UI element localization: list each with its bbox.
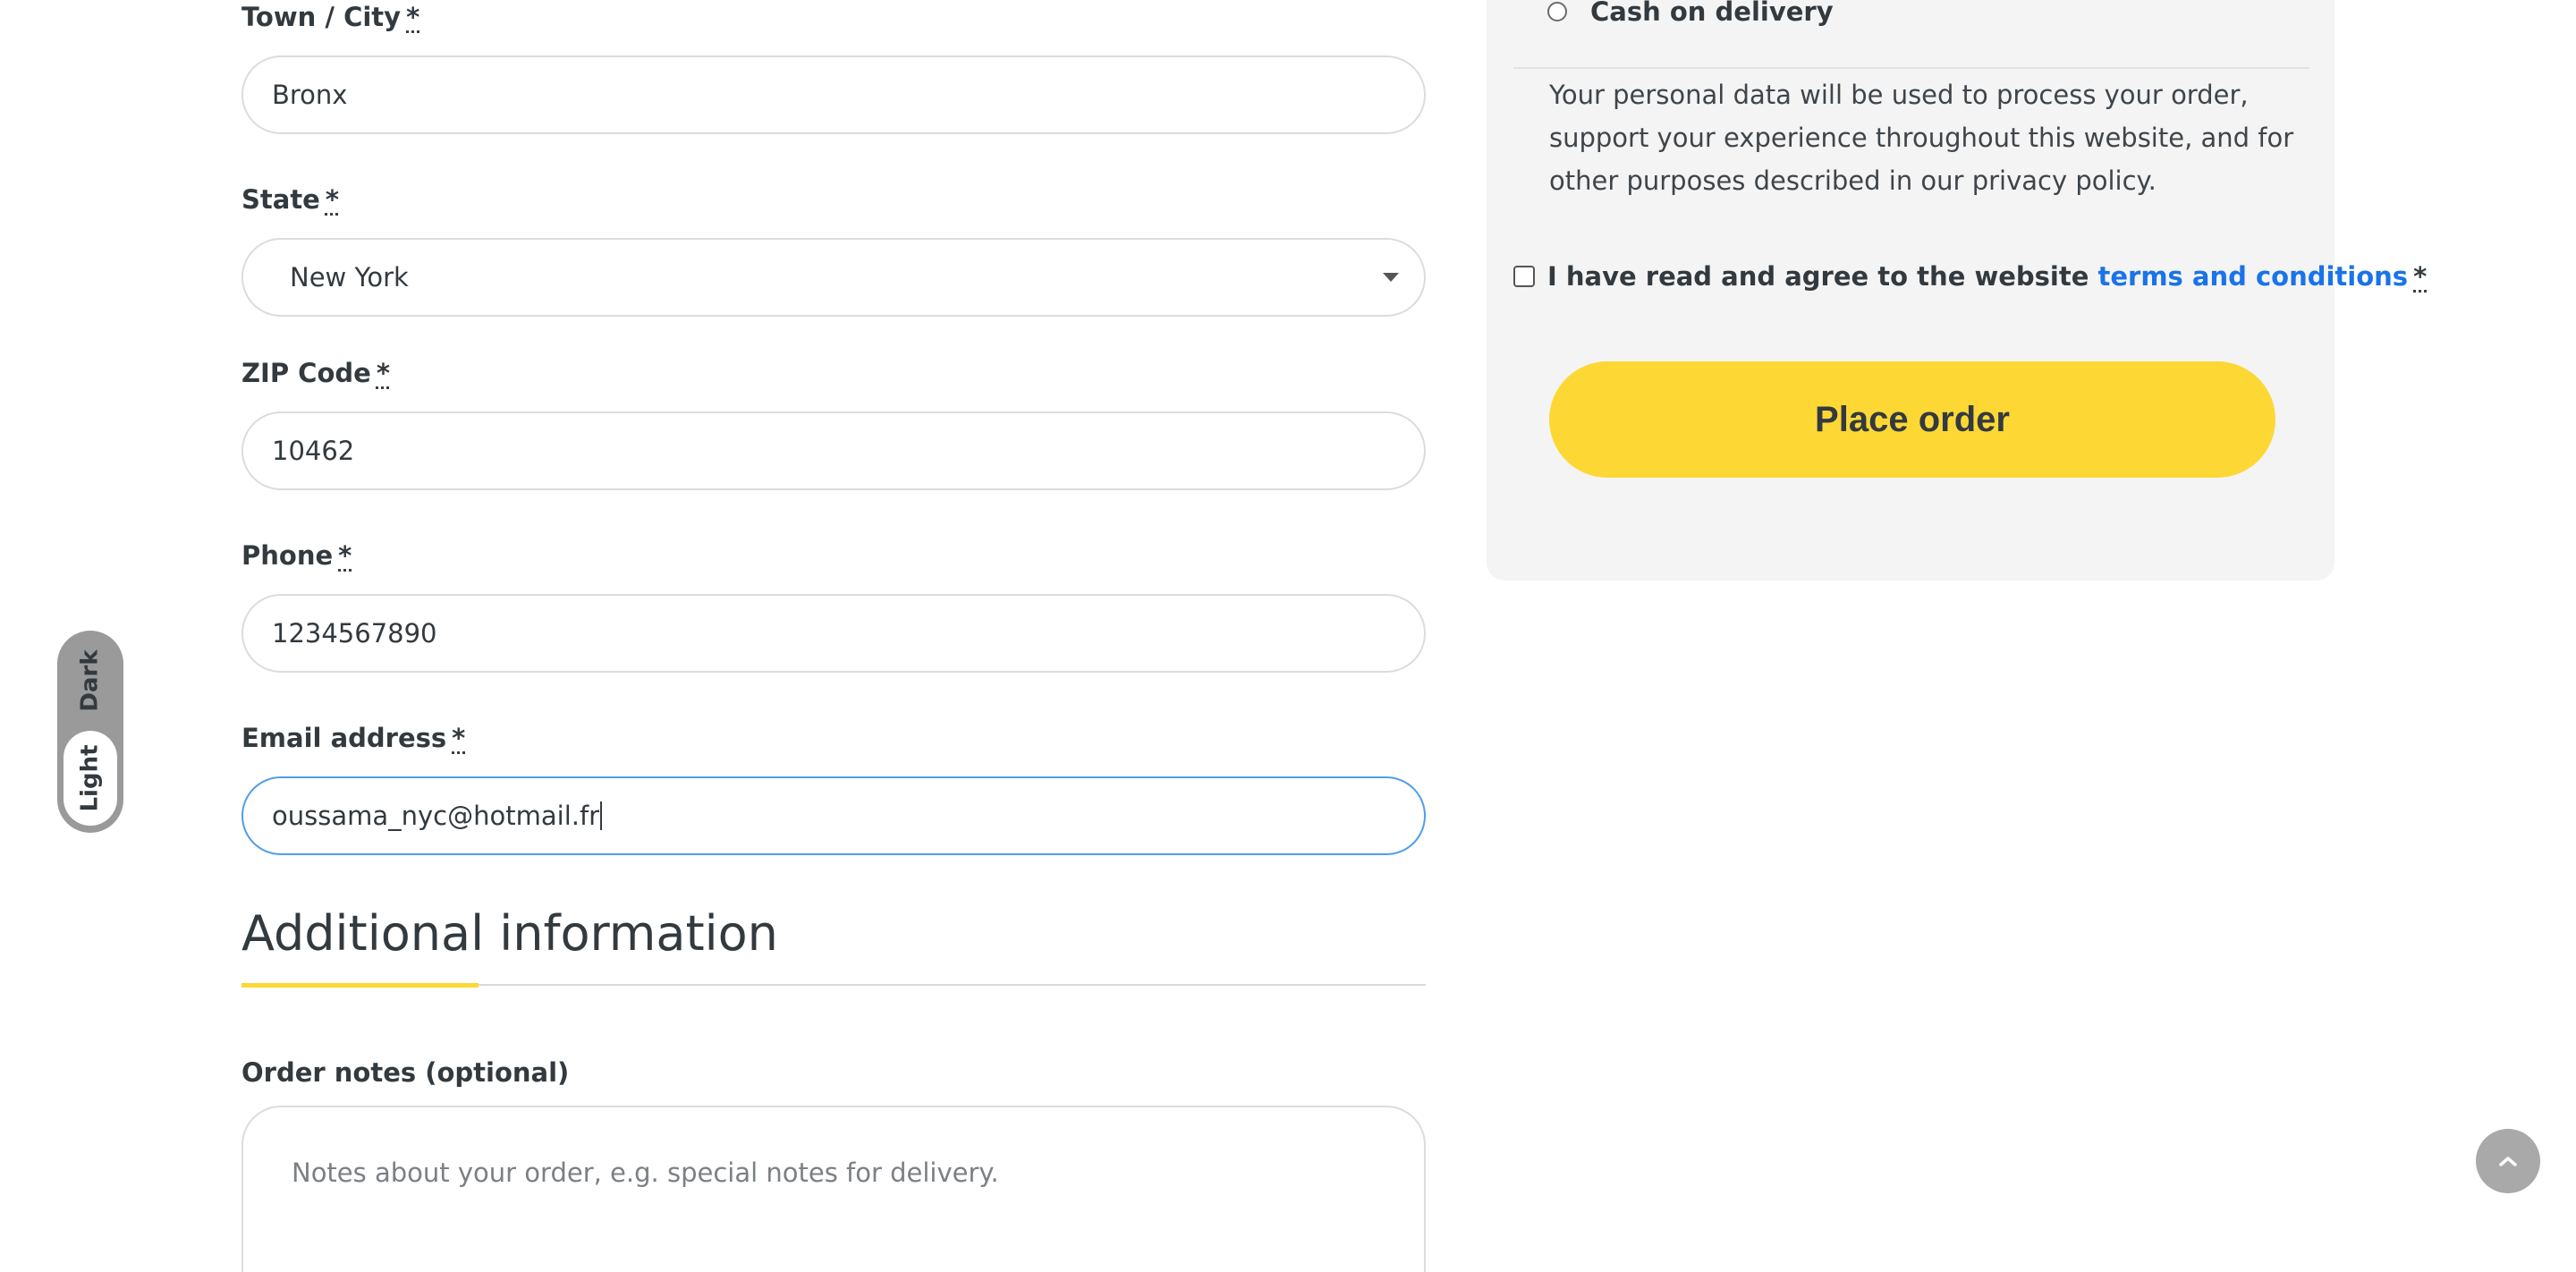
state-select-value: New York [290, 262, 409, 293]
summary-divider [1513, 67, 2309, 69]
section-divider-accent [242, 983, 479, 988]
text-cursor [600, 801, 603, 830]
email-input-value: oussama_nyc@hotmail.fr [272, 801, 600, 831]
zip-label: ZIP Code * [242, 358, 390, 388]
theme-dark-label: Dark [77, 649, 104, 712]
required-marker: * [325, 184, 340, 215]
order-notes-label: Order notes (optional) [242, 1057, 570, 1088]
privacy-notice: Your personal data will be used to proce… [1549, 80, 2294, 196]
terms-checkbox[interactable] [1513, 266, 1535, 287]
caret-down-icon [1383, 273, 1399, 282]
order-notes-textarea[interactable]: Notes about your order, e.g. special not… [242, 1106, 1426, 1272]
additional-information-heading: Additional information [242, 905, 778, 962]
theme-dark-option[interactable]: Dark [57, 631, 123, 731]
radio-button[interactable] [1547, 2, 1567, 21]
theme-toggle[interactable]: Dark Light [57, 631, 123, 833]
terms-link[interactable]: terms and conditions [2098, 261, 2409, 292]
chevron-up-icon [2499, 1157, 2517, 1166]
terms-agreement: I have read and agree to the website ter… [1513, 261, 2427, 292]
required-marker: * [338, 540, 352, 571]
required-marker: * [452, 723, 466, 753]
phone-input-value: 1234567890 [272, 618, 437, 649]
order-notes-placeholder: Notes about your order, e.g. special not… [292, 1158, 999, 1188]
required-marker: * [406, 2, 420, 32]
theme-light-label: Light [77, 744, 104, 812]
order-summary-panel: Cash on delivery Your personal data will… [1487, 0, 2427, 581]
scroll-to-top-button[interactable] [2476, 1129, 2540, 1193]
town-input-value: Bronx [272, 80, 348, 110]
theme-light-option[interactable]: Light [64, 731, 117, 826]
payment-option-cod[interactable]: Cash on delivery [1547, 0, 1834, 27]
state-select[interactable]: New York [242, 238, 1426, 317]
phone-label: Phone * [242, 540, 352, 571]
checkout-page: Town / City * Bronx State * New York ZIP C… [0, 0, 2576, 1272]
terms-text: I have read and agree to the website ter… [1547, 261, 2428, 292]
phone-input[interactable]: 1234567890 [242, 594, 1426, 673]
town-label: Town / City * [242, 2, 420, 32]
zip-input[interactable]: 10462 [242, 411, 1426, 490]
required-marker: * [376, 358, 390, 388]
state-label: State * [242, 184, 340, 215]
town-input[interactable]: Bronx [242, 55, 1426, 134]
place-order-button[interactable]: Place order [1549, 361, 2275, 478]
payment-option-label: Cash on delivery [1590, 0, 1834, 27]
email-input[interactable]: oussama_nyc@hotmail.fr [242, 776, 1426, 855]
required-marker: * [2413, 261, 2428, 292]
zip-input-value: 10462 [272, 436, 355, 466]
email-label: Email address * [242, 723, 466, 753]
